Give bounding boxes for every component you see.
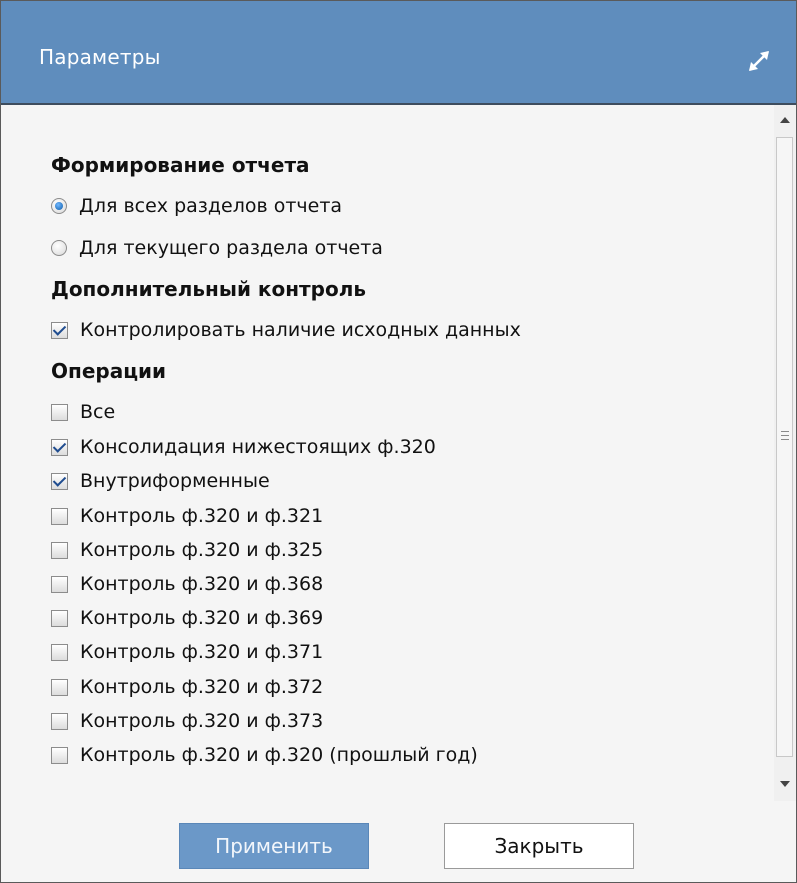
scroll-up-arrow-icon[interactable] [780, 117, 790, 123]
checkbox-operation-intraform[interactable]: Внутриформенные [51, 468, 270, 494]
checkbox[interactable] [51, 609, 68, 627]
checkbox-operation-369[interactable]: Контроль ф.320 и ф.369 [51, 605, 323, 631]
checkbox-checked[interactable] [51, 438, 68, 456]
checkbox-operation-consolidation[interactable]: Консолидация нижестоящих ф.320 [51, 434, 436, 460]
checkbox-operation-368[interactable]: Контроль ф.320 и ф.368 [51, 571, 323, 597]
close-button[interactable]: Закрыть [444, 823, 634, 869]
radio-label: Для текущего раздела отчета [79, 237, 383, 259]
radio-all-sections[interactable]: Для всех разделов отчета [51, 193, 342, 219]
checkbox[interactable] [51, 541, 68, 559]
checkbox[interactable] [51, 575, 68, 593]
dialog-titlebar[interactable]: Параметры [1, 1, 796, 105]
dialog-title: Параметры [39, 45, 161, 69]
checkbox-operation-325[interactable]: Контроль ф.320 и ф.325 [51, 537, 323, 563]
checkbox-operation-373[interactable]: Контроль ф.320 и ф.373 [51, 708, 323, 734]
radio-button[interactable] [51, 240, 67, 256]
checkbox[interactable] [51, 746, 68, 764]
checkbox-label: Контролировать наличие исходных данных [80, 319, 521, 341]
checkbox[interactable] [51, 507, 68, 525]
checkbox-operation-all[interactable]: Все [51, 399, 115, 425]
checkbox-label: Контроль ф.320 и ф.373 [80, 710, 324, 732]
checkbox[interactable] [51, 712, 68, 730]
vertical-scrollbar[interactable] [774, 105, 796, 801]
operations-heading: Операции [51, 359, 167, 383]
scrollbar-thumb[interactable] [776, 137, 793, 757]
dialog-content: Формирование отчета Для всех разделов от… [1, 105, 773, 801]
radio-button-selected[interactable] [51, 198, 67, 214]
radio-current-section[interactable]: Для текущего раздела отчета [51, 235, 383, 261]
checkbox-label: Контроль ф.320 и ф.371 [80, 641, 324, 663]
checkbox-label: Контроль ф.320 и ф.369 [80, 607, 324, 629]
checkbox-checked[interactable] [51, 321, 68, 339]
grip-line [781, 435, 789, 436]
checkbox-operation-372[interactable]: Контроль ф.320 и ф.372 [51, 674, 323, 700]
radio-label: Для всех разделов отчета [79, 195, 343, 217]
checkbox-label: Контроль ф.320 и ф.320 (прошлый год) [80, 744, 478, 766]
checkbox-check-source-data[interactable]: Контролировать наличие исходных данных [51, 317, 521, 343]
checkbox[interactable] [51, 403, 68, 421]
checkbox-label: Внутриформенные [80, 470, 270, 492]
grip-line [781, 439, 789, 440]
grip-line [781, 431, 789, 432]
checkbox-operation-371[interactable]: Контроль ф.320 и ф.371 [51, 639, 323, 665]
scroll-down-arrow-icon[interactable] [780, 781, 790, 787]
checkbox-checked[interactable] [51, 472, 68, 490]
checkbox-label: Консолидация нижестоящих ф.320 [80, 436, 436, 458]
apply-button[interactable]: Применить [179, 823, 369, 869]
checkbox[interactable] [51, 678, 68, 696]
checkbox[interactable] [51, 643, 68, 661]
checkbox-label: Все [80, 401, 116, 423]
checkbox-label: Контроль ф.320 и ф.321 [80, 505, 324, 527]
checkbox-label: Контроль ф.320 и ф.325 [80, 539, 324, 561]
dialog-footer: Применить Закрыть [1, 801, 796, 882]
checkbox-operation-320-prev-year[interactable]: Контроль ф.320 и ф.320 (прошлый год) [51, 742, 478, 768]
additional-control-heading: Дополнительный контроль [51, 277, 366, 301]
parameters-dialog: Параметры Формирование отчета Для всех р… [0, 0, 797, 883]
expand-arrows-icon[interactable] [743, 45, 775, 77]
checkbox-operation-321[interactable]: Контроль ф.320 и ф.321 [51, 503, 323, 529]
report-generation-heading: Формирование отчета [51, 153, 310, 177]
checkbox-label: Контроль ф.320 и ф.372 [80, 676, 324, 698]
checkbox-label: Контроль ф.320 и ф.368 [80, 573, 324, 595]
